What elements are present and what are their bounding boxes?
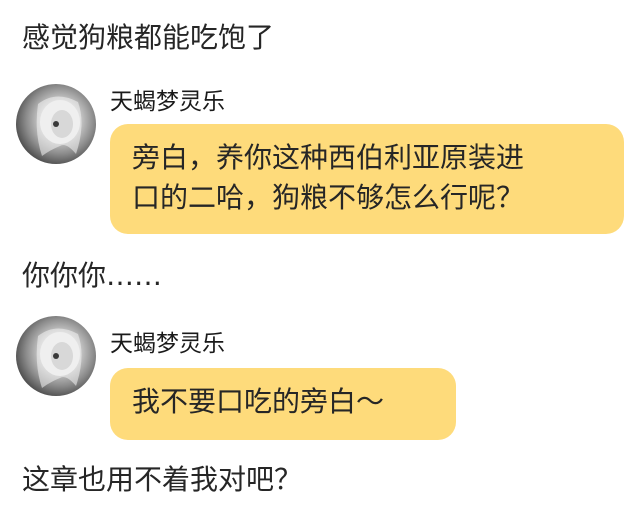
avatar[interactable]: [16, 84, 96, 164]
narration-line-2: 你你你……: [22, 259, 163, 292]
message-text-line: 口的二哈，狗粮不够怎么行呢？: [132, 181, 525, 214]
message-text-line: 旁白，养你这种西伯利亚原装进: [132, 141, 525, 174]
sender-name: 天蝎梦灵乐: [110, 89, 225, 115]
sender-name: 天蝎梦灵乐: [110, 331, 225, 357]
message-bubble: 旁白，养你这种西伯利亚原装进 口的二哈，狗粮不够怎么行呢？: [110, 124, 624, 234]
message-text-line: 我不要口吃的旁白～: [132, 385, 385, 418]
narration-line-3: 这章也用不着我对吧？: [22, 463, 303, 496]
avatar-image-icon: [36, 328, 82, 388]
message-bubble: 我不要口吃的旁白～: [110, 368, 456, 440]
avatar-image-icon: [36, 96, 82, 156]
narration-line-1: 感觉狗粮都能吃饱了: [22, 21, 275, 54]
avatar[interactable]: [16, 316, 96, 396]
